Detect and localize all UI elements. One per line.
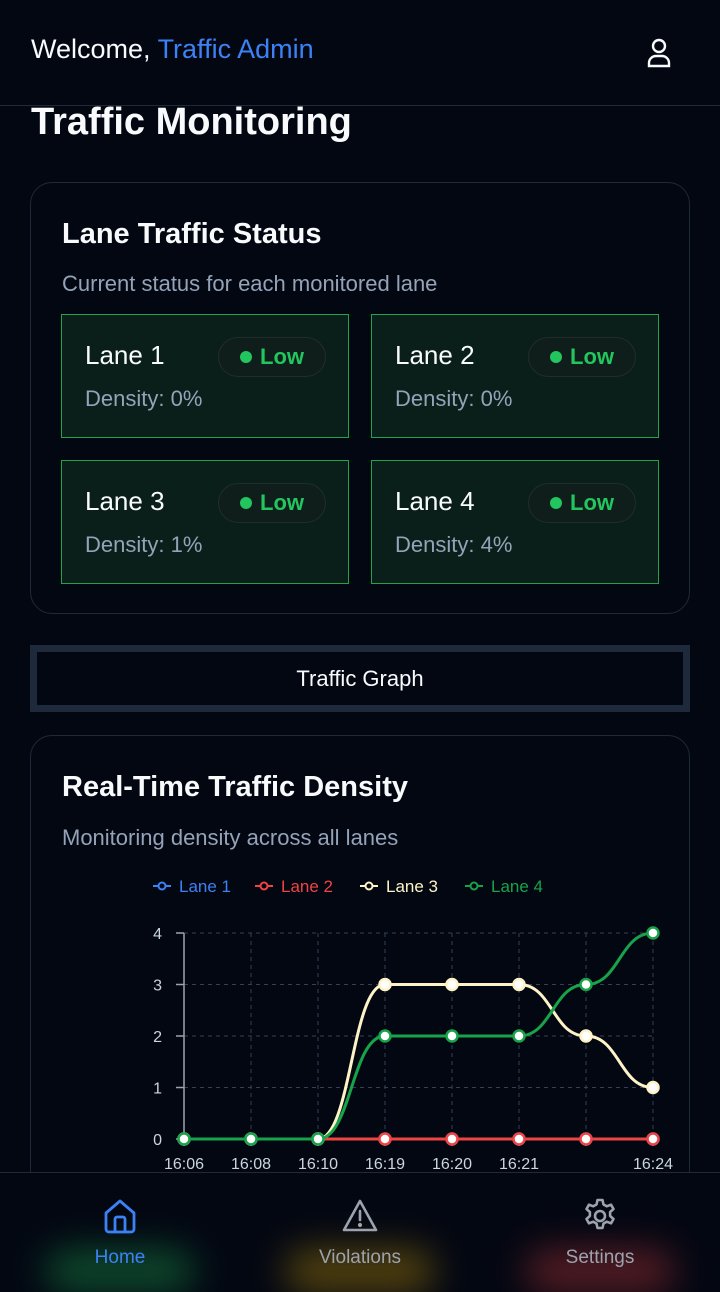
- data-point: [378, 1029, 392, 1043]
- data-point: [646, 926, 660, 940]
- data-point: [512, 977, 526, 992]
- status-dot-icon: [240, 351, 252, 363]
- status-label: Low: [570, 344, 614, 369]
- bottom-nav: Home Violations Settings: [0, 1172, 720, 1292]
- status-dot-icon: [550, 497, 562, 509]
- traffic-graph-button[interactable]: Traffic Graph: [30, 645, 690, 712]
- lane-name: Lane 4: [395, 486, 475, 516]
- lane-name: Lane 2: [395, 340, 475, 370]
- y-tick-label: 2: [153, 1029, 162, 1046]
- legend-marker: [157, 881, 167, 891]
- data-point: [378, 977, 392, 992]
- data-point: [579, 977, 593, 992]
- data-point: [445, 1029, 459, 1043]
- y-tick-label: 0: [153, 1132, 162, 1149]
- legend-label: Lane 3: [386, 877, 438, 896]
- lane-card-4[interactable]: Lane 4 Low Density: 4%: [371, 460, 659, 584]
- gear-icon: [585, 1198, 615, 1230]
- data-point: [445, 977, 459, 992]
- user-icon[interactable]: [644, 36, 674, 70]
- status-dot-icon: [550, 351, 562, 363]
- status-badge: Low: [218, 483, 326, 523]
- lane-density: Density: 0%: [85, 386, 203, 411]
- legend-marker: [259, 881, 269, 891]
- lane-card-3[interactable]: Lane 3 Low Density: 1%: [61, 460, 349, 584]
- status-badge: Low: [218, 337, 326, 377]
- data-point: [445, 1132, 459, 1146]
- lane-card-2[interactable]: Lane 2 Low Density: 0%: [371, 314, 659, 438]
- nav-violations-label: Violations: [318, 1247, 402, 1268]
- status-label: Low: [570, 490, 614, 515]
- legend-label: Lane 2: [281, 877, 333, 896]
- nav-home-label: Home: [94, 1247, 146, 1268]
- series-line-3: [184, 983, 654, 1141]
- x-tick-label: 16:19: [365, 1156, 405, 1173]
- x-tick-label: 16:24: [633, 1156, 673, 1173]
- nav-settings-label: Settings: [565, 1247, 635, 1268]
- data-point: [512, 1029, 526, 1043]
- data-point: [646, 1080, 660, 1095]
- data-point: [512, 1132, 526, 1146]
- data-point: [378, 1132, 392, 1146]
- y-tick-label: 1: [153, 1081, 162, 1098]
- legend-marker: [469, 881, 479, 891]
- status-dot-icon: [240, 497, 252, 509]
- home-icon: [104, 1199, 136, 1234]
- top-bar: Welcome, Traffic Admin: [0, 0, 720, 106]
- lane-density: Density: 0%: [395, 386, 513, 411]
- welcome-text: Welcome, Traffic Admin: [31, 34, 314, 65]
- x-tick-label: 16:10: [298, 1156, 338, 1173]
- x-tick-label: 16:20: [432, 1156, 472, 1173]
- lane-status-title: Lane Traffic Status: [62, 218, 322, 250]
- data-point: [646, 1132, 660, 1146]
- lane-density: Density: 1%: [85, 532, 203, 557]
- legend-label: Lane 1: [179, 877, 231, 896]
- data-point: [311, 1132, 325, 1146]
- lane-name: Lane 1: [85, 340, 165, 370]
- y-tick-label: 4: [153, 926, 162, 943]
- lane-name: Lane 3: [85, 486, 165, 516]
- nav-home[interactable]: Home: [0, 1173, 240, 1292]
- data-point: [244, 1132, 258, 1146]
- legend-marker: [364, 881, 374, 891]
- data-point: [579, 1132, 593, 1146]
- status-badge: Low: [528, 483, 636, 523]
- legend-label: Lane 4: [491, 877, 543, 896]
- data-point: [579, 1029, 593, 1043]
- y-tick-label: 3: [153, 978, 162, 995]
- lane-card-1[interactable]: Lane 1 Low Density: 0%: [61, 314, 349, 438]
- x-tick-label: 16:08: [231, 1156, 271, 1173]
- greeting-label: Welcome,: [31, 34, 151, 64]
- warning-icon: [342, 1199, 378, 1232]
- nav-violations[interactable]: Violations: [240, 1173, 480, 1292]
- x-tick-label: 16:06: [164, 1156, 204, 1173]
- lane-status-card: Lane Traffic Status Current status for e…: [30, 182, 690, 614]
- status-label: Low: [260, 490, 304, 515]
- data-point: [177, 1132, 191, 1146]
- lane-density: Density: 4%: [395, 532, 513, 557]
- status-label: Low: [260, 344, 304, 369]
- page-title: Traffic Monitoring: [31, 101, 352, 143]
- x-tick-label: 16:21: [499, 1156, 539, 1173]
- status-badge: Low: [528, 337, 636, 377]
- user-name: Traffic Admin: [157, 34, 314, 64]
- nav-settings[interactable]: Settings: [480, 1173, 720, 1292]
- lane-status-subtitle: Current status for each monitored lane: [62, 271, 438, 296]
